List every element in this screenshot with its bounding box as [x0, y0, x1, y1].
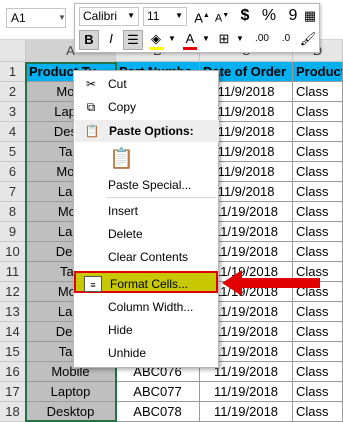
menu-item-format-cells-label: Format Cells... — [110, 277, 189, 291]
paste-clipboard-icon: 📋 — [109, 148, 134, 170]
row-header[interactable]: 9 — [0, 222, 26, 242]
menu-item-insert-label: Insert — [108, 204, 139, 218]
chevron-down-icon[interactable]: ▼ — [58, 13, 66, 22]
menu-item-copy[interactable]: ⧉ Copy — [74, 96, 218, 118]
row-header[interactable]: 2 — [0, 82, 26, 102]
table-cell[interactable]: Class — [293, 302, 343, 322]
row-header[interactable]: 4 — [0, 122, 26, 142]
table-cell[interactable]: Class — [293, 182, 343, 202]
table-cell[interactable]: Class — [293, 162, 343, 182]
font-color-icon[interactable]: A — [181, 30, 199, 50]
paste-options-header: 📋 Paste Options: — [75, 120, 219, 142]
table-cell[interactable]: Class — [293, 402, 343, 422]
menu-item-hide[interactable]: Hide — [74, 319, 218, 341]
select-all-corner[interactable] — [0, 40, 26, 62]
scissors-icon: ✂ — [85, 77, 97, 91]
menu-item-unhide-label: Unhide — [108, 346, 147, 360]
table-icon[interactable]: ▦ — [301, 7, 319, 25]
row-header[interactable]: 14 — [0, 322, 26, 342]
table-cell[interactable]: Class — [293, 142, 343, 162]
menu-item-copy-label: Copy — [108, 100, 137, 114]
table-cell[interactable]: Class — [293, 322, 343, 342]
bold-button[interactable]: B — [79, 30, 99, 50]
table-cell[interactable]: 11/19/2018 — [200, 382, 293, 402]
currency-button[interactable]: $ — [235, 7, 255, 25]
font-size-value: 11 — [147, 9, 160, 23]
table-cell[interactable]: Class — [293, 382, 343, 402]
chevron-down-icon[interactable]: ▼ — [235, 30, 245, 48]
increase-font-icon[interactable]: A▲ — [193, 7, 211, 27]
row-header[interactable]: 11 — [0, 262, 26, 282]
format-painter-icon[interactable]: 🖌 — [299, 30, 317, 48]
table-cell[interactable]: Desktop — [26, 402, 116, 422]
chevron-down-icon[interactable]: ▼ — [167, 30, 177, 48]
table-cell[interactable]: Class — [293, 242, 343, 262]
menu-item-cut[interactable]: ✂ Cut — [74, 73, 218, 95]
decrease-font-icon[interactable]: A▼ — [213, 7, 231, 28]
decrease-decimal-icon[interactable]: .0 — [275, 30, 297, 48]
menu-item-delete[interactable]: Delete — [74, 223, 218, 245]
row-header[interactable]: 6 — [0, 162, 26, 182]
table-cell[interactable]: Laptop — [26, 382, 116, 402]
row-header[interactable]: 17 — [0, 382, 26, 402]
red-arrow-icon — [222, 270, 320, 296]
font-name-value: Calibri — [83, 9, 118, 23]
table-cell[interactable]: ABC078 — [116, 402, 200, 422]
chevron-down-icon[interactable]: ▼ — [201, 30, 211, 48]
menu-item-delete-label: Delete — [108, 227, 143, 241]
table-cell[interactable]: Class — [293, 222, 343, 242]
row-header[interactable]: 10 — [0, 242, 26, 262]
chevron-down-icon: ▼ — [175, 11, 183, 20]
row-header[interactable]: 8 — [0, 202, 26, 222]
row-header[interactable]: 1 — [0, 62, 26, 82]
paste-options-label: Paste Options: — [109, 124, 194, 138]
row-header[interactable]: 18 — [0, 402, 26, 422]
table-cell[interactable]: 11/19/2018 — [200, 402, 293, 422]
table-cell[interactable]: Class — [293, 82, 343, 102]
name-box[interactable]: A1 — [6, 8, 66, 28]
header-cell[interactable]: Product — [293, 62, 343, 82]
increase-decimal-icon[interactable]: .00 — [251, 30, 273, 48]
menu-item-column-width-label: Column Width... — [108, 300, 194, 314]
context-menu: ✂ Cut ⧉ Copy 📋 Paste Options: 📋 Paste Sp… — [73, 70, 219, 368]
italic-button[interactable]: I — [102, 30, 120, 48]
percent-button[interactable]: % — [259, 7, 279, 25]
menu-item-column-width[interactable]: Column Width... — [74, 296, 218, 318]
copy-icon: ⧉ — [86, 100, 96, 114]
row-header[interactable]: 13 — [0, 302, 26, 322]
menu-item-insert[interactable]: Insert — [74, 200, 218, 222]
menu-item-cut-label: Cut — [108, 77, 127, 91]
row-header[interactable]: 16 — [0, 362, 26, 382]
table-cell[interactable]: Class — [293, 202, 343, 222]
table-cell[interactable]: Class — [293, 342, 343, 362]
row-header[interactable]: 7 — [0, 182, 26, 202]
menu-item-unhide[interactable]: Unhide — [74, 342, 218, 364]
row-header[interactable]: 15 — [0, 342, 26, 362]
paste-option-button[interactable]: 📋 — [106, 146, 134, 174]
menu-item-clear-contents-label: Clear Contents — [108, 250, 189, 264]
font-name-dropdown[interactable]: Calibri ▼ — [79, 7, 139, 26]
clipboard-icon: 📋 — [84, 124, 100, 138]
menu-item-paste-special[interactable]: Paste Special... — [74, 174, 218, 196]
row-header[interactable]: 5 — [0, 142, 26, 162]
table-cell[interactable]: Class — [293, 122, 343, 142]
mini-toolbar: Calibri ▼ 11 ▼ A▲ A▼ $ % 9 ▦ B I ☰ ◈ ▼ A ▼… — [74, 3, 320, 53]
row-header[interactable]: 12 — [0, 282, 26, 302]
table-cell[interactable]: Class — [293, 362, 343, 382]
borders-icon[interactable]: ⊞ — [215, 30, 233, 48]
fill-color-icon[interactable]: ◈ — [147, 30, 165, 50]
menu-item-format-cells[interactable]: ≡ Format Cells... — [74, 271, 218, 293]
menu-item-paste-special-label: Paste Special... — [108, 178, 192, 192]
table-cell[interactable]: ABC077 — [116, 382, 200, 402]
menu-item-clear-contents[interactable]: Clear Contents — [74, 246, 218, 268]
chevron-down-icon: ▼ — [127, 11, 135, 20]
format-cells-icon: ≡ — [84, 276, 102, 292]
table-cell[interactable]: Class — [293, 102, 343, 122]
menu-item-hide-label: Hide — [108, 323, 133, 337]
font-size-dropdown[interactable]: 11 ▼ — [143, 7, 187, 26]
menu-separator — [106, 197, 216, 198]
align-center-icon[interactable]: ☰ — [123, 30, 143, 50]
row-header[interactable]: 3 — [0, 102, 26, 122]
comma-style-button[interactable]: 9 — [283, 7, 303, 25]
